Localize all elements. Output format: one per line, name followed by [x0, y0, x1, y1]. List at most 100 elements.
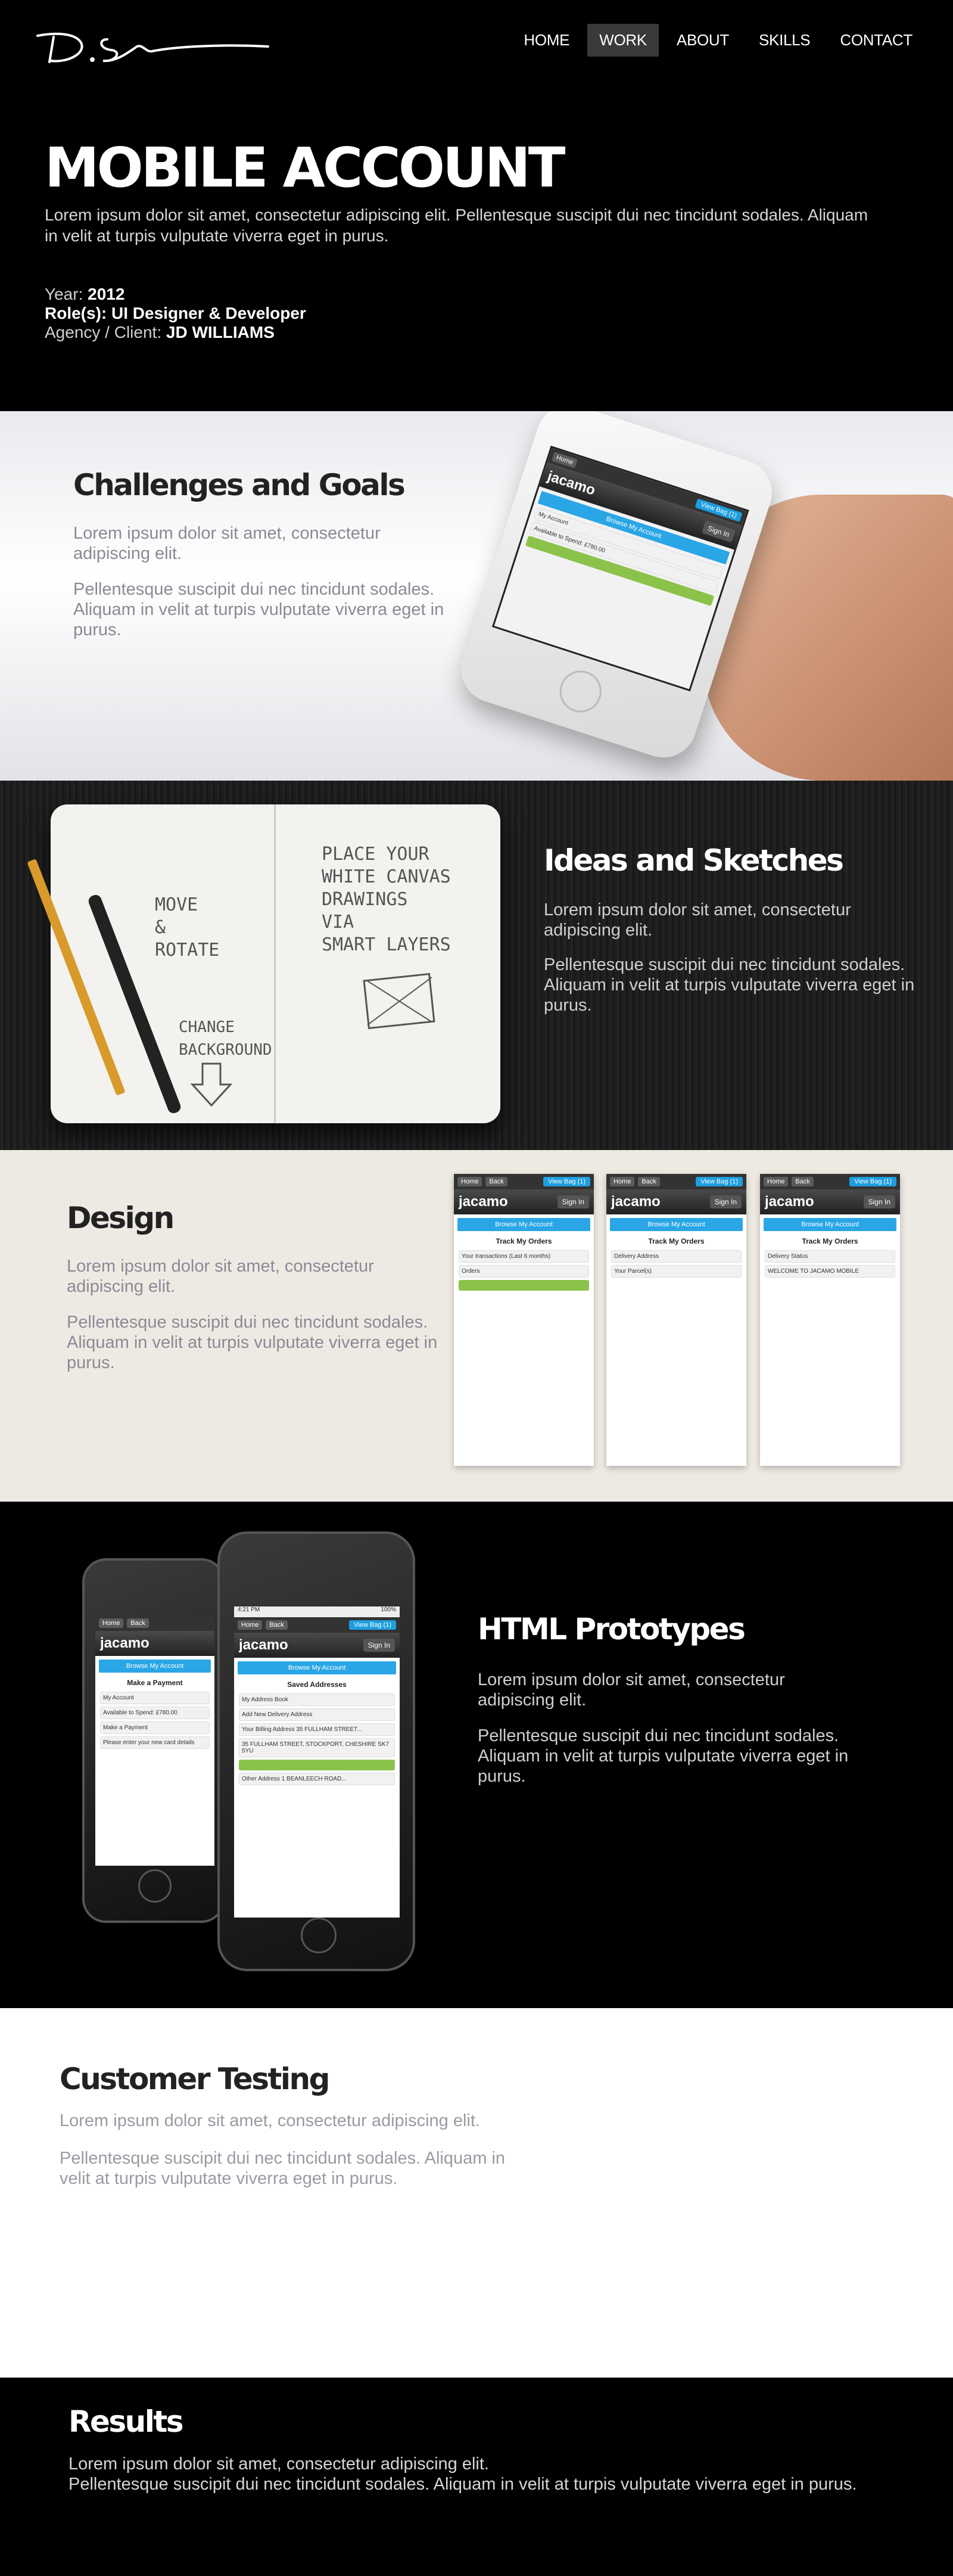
app-update-bar [239, 1760, 395, 1770]
screen-row: Please enter your new card details [100, 1736, 210, 1749]
app-home-button: Home [99, 1618, 124, 1628]
screen-row: My Account [100, 1692, 210, 1704]
sketch-text: SMART LAYERS [322, 934, 451, 955]
sketch-note-left: MOVE & ROTATE [155, 894, 219, 962]
phone-home-button [554, 665, 607, 718]
ideas-p1: Lorem ipsum dolor sit amet, consectetur … [544, 900, 851, 940]
client-label: Agency / Client: [45, 323, 162, 341]
design-screen-1: Home Back View Bag (1) jacamo Sign In Brows… [454, 1174, 594, 1466]
app-back-button: Back [638, 1177, 660, 1186]
screen-heading: Track My Orders [802, 1237, 858, 1245]
page-title: MOBILE ACCOUNT [45, 136, 566, 200]
status-time: 4:21 PM [238, 1606, 260, 1613]
prototypes-title: HTML Prototypes [478, 1612, 746, 1646]
screen-heading: Make a Payment [127, 1679, 183, 1687]
app-brand-bar: jacamo Sign In [760, 1189, 900, 1214]
sketch-text: & [155, 917, 166, 938]
prototypes-p2: Pellentesque suscipit dui nec tincidunt … [478, 1726, 849, 1786]
screen-row: Add New Delivery Address [239, 1708, 395, 1721]
app-topbar: Home Back View Bag (1) [454, 1174, 594, 1189]
project-meta: Year: 2012 Role(s): UI Designer & Develo… [45, 285, 306, 342]
app-brand: jacamo [611, 1194, 661, 1210]
app-browse-button: Browse My Account [99, 1660, 211, 1673]
app-brand-bar: jacamo Sign In [606, 1189, 746, 1214]
sketch-text: VIA [322, 912, 354, 933]
design-section: Design Lorem ipsum dolor sit amet, conse… [0, 1150, 953, 1502]
app-brand-bar: jacamo Sign In [234, 1633, 400, 1658]
sketch-text: MOVE [155, 894, 198, 915]
design-screen-2: Home Back View Bag (1) jacamo Sign In Brows… [606, 1174, 746, 1466]
hero-description: Lorem ipsum dolor sit amet, consectetur … [45, 206, 868, 245]
nav-about[interactable]: ABOUT [665, 24, 741, 57]
app-sign-in: Sign In [557, 1195, 589, 1208]
screen-row: Your Parcel(s) [611, 1265, 742, 1278]
app-sign-in: Sign In [363, 1639, 395, 1652]
sketch-note-right: PLACE YOUR WHITE CANVAS DRAWINGS VIA SMA… [322, 843, 451, 956]
iphone-back-image: Home Back jacamo Browse My Account Make a… [82, 1558, 225, 1923]
signature-logo[interactable] [33, 29, 271, 70]
meta-client: Agency / Client: JD WILLIAMS [45, 323, 306, 342]
screen-row: Delivery Status [765, 1250, 895, 1263]
phone-screen: 4:21 PM 100% Home Back View Bag (1) jacamo… [234, 1606, 400, 1918]
sketch-square-drawing [363, 972, 435, 1030]
ideas-section: MOVE & ROTATE PLACE YOUR WHITE CANVAS DR… [0, 781, 953, 1150]
app-bag-button: View Bag (1) [543, 1177, 590, 1186]
app-home-button: Home [610, 1177, 635, 1186]
nav-home[interactable]: HOME [512, 24, 581, 57]
app-brand-bar: jacamo Sign In [454, 1189, 594, 1214]
challenges-section: Challenges and Goals Lorem ipsum dolor s… [0, 411, 953, 781]
screen-row: 35 FULLHAM STREET, STOCKPORT, CHESHIRE S… [239, 1738, 395, 1757]
app-browse-button: Browse My Account [238, 1661, 396, 1674]
sketchbook-spine [274, 804, 276, 1123]
status-battery: 100% [381, 1606, 396, 1613]
design-screen-3: Home Back View Bag (1) jacamo Sign In Brows… [760, 1174, 900, 1466]
screen-heading: Track My Orders [496, 1237, 552, 1245]
app-brand: jacamo [100, 1635, 150, 1651]
app-home-button: Home [238, 1620, 263, 1630]
roles-value: UI Designer & Developer [111, 304, 306, 322]
roles-label: Role(s): [45, 304, 107, 322]
app-home-button: Home [764, 1177, 789, 1186]
iphone-front-image: 4:21 PM 100% Home Back View Bag (1) jacamo… [217, 1531, 415, 1971]
app-sign-in: Sign In [863, 1195, 895, 1208]
screen-row: Your transactions (Last 6 months) [459, 1250, 589, 1263]
screen-row: Your Billing Address 35 FULLHAM STREET..… [239, 1723, 395, 1736]
testing-title: Customer Testing [60, 2062, 330, 2096]
design-title: Design [67, 1201, 175, 1235]
year-value: 2012 [88, 285, 125, 303]
year-label: Year: [45, 285, 83, 303]
screen-row: Delivery Address [611, 1250, 742, 1263]
app-brand: jacamo [765, 1194, 814, 1210]
app-browse-button: Browse My Account [457, 1218, 590, 1231]
screen-row: Other Address 1 BEANLEECH ROAD... [239, 1773, 395, 1785]
screen-row: My Address Book [239, 1693, 395, 1706]
sketch-text: PLACE YOUR [322, 844, 429, 865]
sketch-text: CHANGE [179, 1018, 235, 1036]
screen-heading: Saved Addresses [287, 1680, 347, 1689]
prototypes-p1: Lorem ipsum dolor sit amet, consectetur … [478, 1670, 785, 1710]
main-nav: HOME WORK ABOUT SKILLS CONTACT [506, 24, 924, 57]
prototypes-section: Home Back jacamo Browse My Account Make a… [0, 1502, 953, 2008]
app-bag-button: View Bag (1) [696, 1177, 743, 1186]
app-bag-button: View Bag (1) [849, 1177, 896, 1186]
results-title: Results [68, 2404, 184, 2439]
testing-p2: Pellentesque suscipit dui nec tincidunt … [60, 2149, 506, 2188]
phone-screen: Home Back jacamo Browse My Account Make a… [95, 1615, 214, 1866]
testing-section: Customer Testing Lorem ipsum dolor sit a… [0, 2008, 953, 2378]
nav-work[interactable]: WORK [587, 24, 659, 57]
nav-contact[interactable]: CONTACT [828, 24, 924, 57]
meta-roles: Role(s): UI Designer & Developer [45, 304, 306, 323]
app-sign-in: Sign In [701, 520, 736, 543]
design-p1: Lorem ipsum dolor sit amet, consectetur … [67, 1257, 374, 1296]
challenges-p2: Pellentesque suscipit dui nec tincidunt … [73, 580, 444, 639]
screen-row: Available to Spend: £780.00 [100, 1707, 210, 1719]
hero-section: HOME WORK ABOUT SKILLS CONTACT MOBILE AC… [0, 0, 953, 411]
app-browse-button: Browse My Account [764, 1218, 896, 1231]
app-topbar: Home Back View Bag (1) [760, 1174, 900, 1189]
sketch-text: DRAWINGS [322, 889, 408, 910]
app-brand-bar: jacamo [95, 1631, 214, 1656]
screen-row: WELCOME TO JACAMO MOBILE [765, 1265, 895, 1278]
nav-skills[interactable]: SKILLS [747, 24, 822, 57]
sketch-text: WHITE CANVAS [322, 866, 451, 887]
app-brand: jacamo [239, 1637, 288, 1653]
